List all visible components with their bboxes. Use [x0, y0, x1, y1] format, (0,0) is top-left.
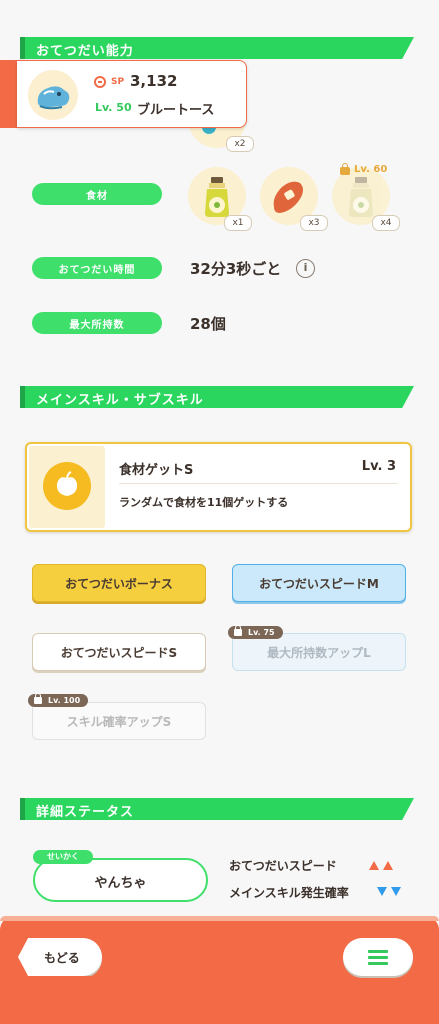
- section-title: 詳細ステータス: [36, 805, 135, 820]
- divider: [119, 483, 398, 484]
- ingredient-qty-badge: x4: [372, 215, 400, 231]
- sub-skill-label: スキル確率アップS: [66, 714, 172, 729]
- section-header-skills: メインスキル・サブスキル: [20, 386, 414, 408]
- main-skill-description: ランダムで食材を11個ゲットする: [119, 496, 289, 509]
- pokemon-card[interactable]: SP 3,132 Lv. 50 ブルートース: [0, 60, 248, 128]
- nature-value: やんちゃ: [94, 876, 147, 891]
- sub-skill-label: おてつだいボーナス: [65, 576, 173, 591]
- sp-icon: [94, 76, 106, 88]
- back-button[interactable]: もどる: [18, 938, 102, 976]
- down-arrows-icon: [377, 887, 401, 896]
- unlock-level-tag: Lv. 100: [28, 693, 89, 707]
- ingredient-qty-badge: x1: [224, 215, 252, 231]
- sub-skill-helping-speed-s[interactable]: おてつだいスピードS: [32, 633, 206, 671]
- pokemon-image: [28, 70, 78, 120]
- hamburger-icon: [368, 950, 388, 965]
- sub-skill-skill-rate-up-s-locked[interactable]: スキル確率アップS: [32, 702, 206, 740]
- max-carry-label: 最大所持数: [32, 312, 162, 334]
- lock-icon: [234, 625, 242, 636]
- pokemon-name: ブルートース: [137, 103, 215, 118]
- lock-icon: [340, 163, 350, 175]
- section-header-detail-status: 詳細ステータス: [20, 798, 414, 820]
- sub-skill-helping-speed-m[interactable]: おてつだいスピードM: [232, 564, 406, 602]
- nature-up-stat: おてつだいスピード: [229, 859, 337, 873]
- sub-skill-helping-bonus[interactable]: おてつだいボーナス: [32, 564, 206, 602]
- sub-skill-label: おてつだいスピードM: [259, 576, 379, 591]
- sub-skill-label: 最大所持数アップL: [267, 645, 371, 660]
- sp-value: 3,132: [130, 72, 178, 90]
- ingredients-label: 食材: [32, 183, 162, 205]
- sub-skill-label: おてつだいスピードS: [60, 645, 178, 660]
- ingredient-skill-icon: [43, 462, 91, 510]
- help-time-value: 32分3秒ごと: [190, 260, 282, 278]
- section-header-helping-ability: おてつだい能力: [20, 37, 414, 59]
- main-skill-level: Lv. 3: [361, 459, 396, 474]
- nature-box[interactable]: やんちゃ: [33, 858, 208, 902]
- section-title: おてつだい能力: [36, 44, 134, 59]
- ingredient-qty-badge: x3: [300, 215, 328, 231]
- section-title: メインスキル・サブスキル: [36, 393, 204, 408]
- help-time-label: おてつだい時間: [32, 257, 162, 279]
- max-carry-value: 28個: [190, 315, 226, 333]
- back-label: もどる: [44, 951, 80, 965]
- main-skill-name: 食材ゲットS: [119, 463, 194, 478]
- pokemon-level: Lv. 50: [95, 101, 132, 114]
- main-skill-card[interactable]: 食材ゲットS Lv. 3 ランダムで食材を11個ゲットする: [25, 442, 412, 532]
- nature-down-stat: メインスキル発生確率: [229, 886, 349, 900]
- unlock-level-tag: Lv. 75: [228, 625, 283, 639]
- ingredient-qty-badge: x2: [226, 136, 254, 152]
- info-icon[interactable]: i: [296, 259, 315, 278]
- sp-label: SP: [111, 77, 125, 87]
- unlock-level: Lv. 60: [354, 164, 388, 175]
- up-arrows-icon: [369, 861, 393, 870]
- nature-tag: せいかく: [33, 850, 93, 864]
- lock-icon: [34, 693, 42, 704]
- menu-button[interactable]: [343, 938, 413, 976]
